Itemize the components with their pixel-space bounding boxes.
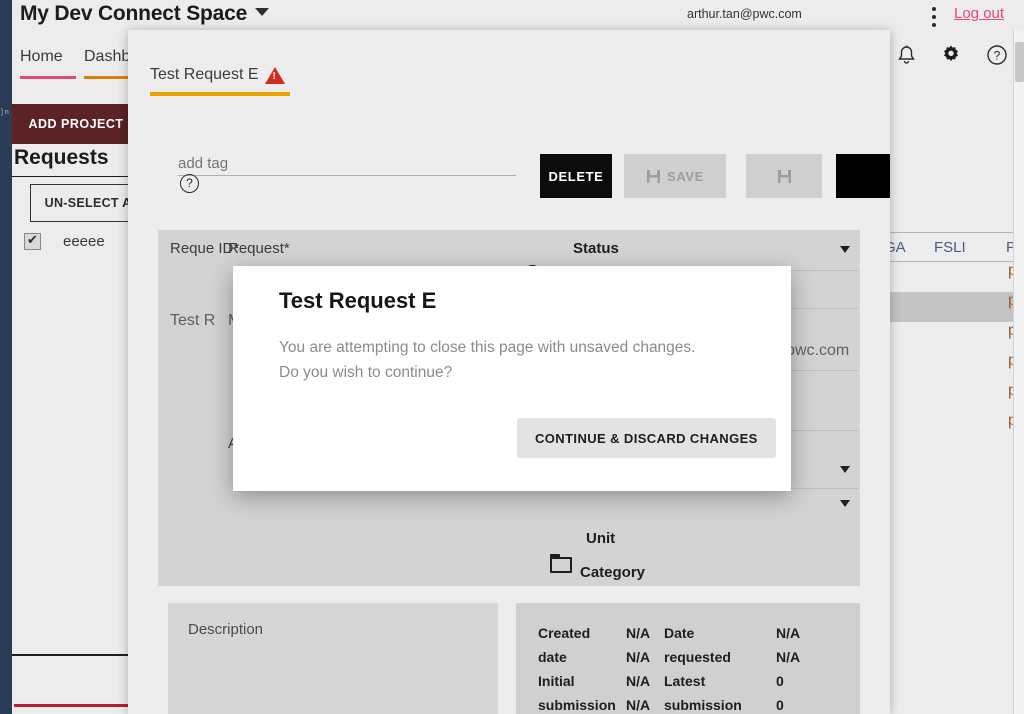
dialog-message: You are attempting to close this page wi… [279,339,696,381]
continue-discard-changes-button[interactable]: CONTINUE & DISCARD CHANGES [517,418,776,458]
app-root: ] n EGA FSLI P p p p p p p My Dev Connec… [0,0,1024,714]
dialog-title: Test Request E [279,288,437,313]
